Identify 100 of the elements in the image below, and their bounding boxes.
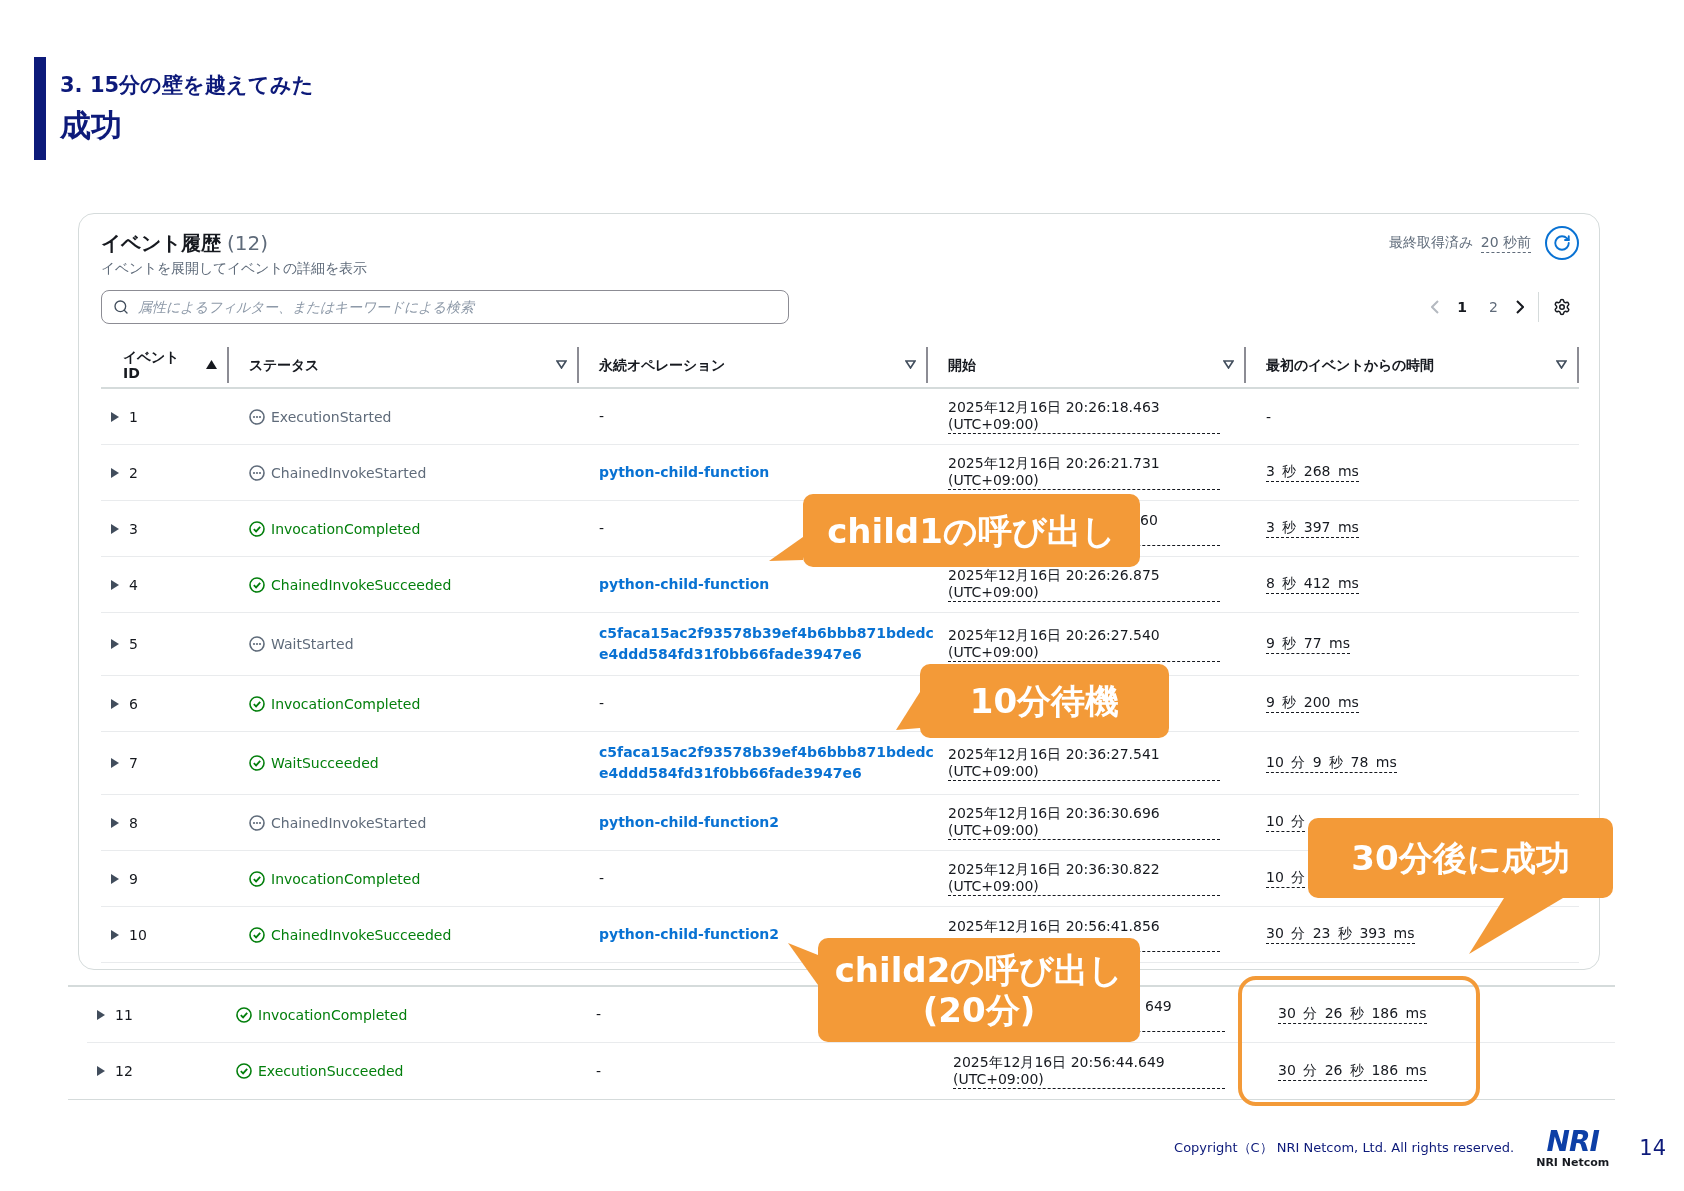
event-id: 4 <box>129 576 138 593</box>
sort-ascending-icon[interactable] <box>206 360 217 369</box>
event-id: 10 <box>129 926 147 943</box>
check-circle-icon <box>249 870 265 887</box>
status-text: WaitSucceeded <box>271 755 379 771</box>
check-circle-icon <box>249 755 265 771</box>
ellipsis-circle-icon <box>249 814 265 831</box>
elapsed-time: 9 秒 77 ms <box>1266 634 1350 654</box>
column-header[interactable]: ステータス <box>249 356 319 373</box>
start-time: 2025年12月16日 20:36:30.696 (UTC+09:00) <box>948 805 1220 840</box>
panel-title: イベント履歴 <box>101 230 221 255</box>
status-text: InvocationCompleted <box>271 870 421 887</box>
filter-triangle-icon[interactable] <box>905 360 916 369</box>
operation-link[interactable]: c5faca15ac2f93578b39ef4b6bbb871bdedc e4ddd584fd31f0bb66fade3947e6 <box>599 613 934 675</box>
refresh-button[interactable] <box>1545 226 1579 260</box>
column-header[interactable]: イベント ID <box>123 348 183 381</box>
operation-text: - <box>599 694 605 713</box>
last-fetched-label: 最終取得済み <box>1388 234 1473 252</box>
operation-link[interactable]: python-child-function2 <box>599 914 780 955</box>
start-time: 2025年12月16日 20:26:18.463 (UTC+09:00) <box>948 399 1220 434</box>
ellipsis-circle-icon <box>249 636 265 652</box>
operation-link[interactable]: python-child-function2 <box>599 802 780 843</box>
status-text: InvocationCompleted <box>271 520 421 537</box>
next-page-button[interactable] <box>1516 300 1524 314</box>
check-circle-icon <box>249 695 265 712</box>
operation-text: - <box>599 519 605 538</box>
event-id: 7 <box>129 755 138 771</box>
expand-caret-icon[interactable] <box>111 579 119 590</box>
operation-link[interactable]: c5faca15ac2f93578b39ef4b6bbb871bdedc e4ddd584fd31f0bb66fade3947e6 <box>599 732 934 794</box>
chevron-left-icon <box>1431 300 1440 314</box>
check-circle-icon <box>236 1063 252 1079</box>
logo-name: NRI Netcom <box>1536 1155 1610 1169</box>
start-time: 2025年12月16日 20:56:44.649 (UTC+09:00) <box>953 1053 1225 1089</box>
start-time: 2025年12月16日 20:36:30.822 (UTC+09:00) <box>948 861 1220 896</box>
event-id: 1 <box>129 408 138 425</box>
ellipsis-circle-icon <box>249 464 265 481</box>
slide-title: 成功 <box>60 105 123 145</box>
expand-caret-icon[interactable] <box>111 467 119 478</box>
elapsed-time: - <box>1266 408 1272 425</box>
ellipsis-circle-icon <box>249 408 265 425</box>
check-circle-icon <box>249 926 265 943</box>
page-button[interactable]: 1 <box>1453 299 1472 315</box>
expand-caret-icon[interactable] <box>111 817 119 828</box>
chevron-right-icon <box>1516 300 1524 314</box>
check-circle-icon <box>249 520 265 537</box>
expand-caret-icon[interactable] <box>111 929 119 940</box>
callout-text: child2の呼び出し <box>834 950 1124 990</box>
expand-caret-icon[interactable] <box>111 758 119 768</box>
operation-text: - <box>596 1005 602 1024</box>
column-header[interactable]: 開始 <box>948 356 976 373</box>
status-text: ChainedInvokeStarted <box>271 464 427 481</box>
expand-caret-icon[interactable] <box>111 639 119 649</box>
elapsed-time: 30 分 23 秒 393 ms <box>1266 925 1415 944</box>
operation-text: - <box>596 1061 602 1081</box>
elapsed-time: 10 分 <box>1266 869 1306 888</box>
expand-caret-icon[interactable] <box>111 698 119 709</box>
column-header[interactable]: 最初のイベントからの時間 <box>1266 356 1434 373</box>
refresh-icon <box>1553 234 1571 252</box>
search-icon <box>113 299 129 315</box>
filter-triangle-icon[interactable] <box>556 360 567 369</box>
elapsed-time: 3 秒 397 ms <box>1266 519 1359 538</box>
page-button[interactable]: 2 <box>1485 299 1502 315</box>
event-id: 9 <box>129 870 138 887</box>
elapsed-time: 8 秒 412 ms <box>1266 575 1359 594</box>
logo-mark: NRI <box>1546 1127 1599 1156</box>
filter-triangle-icon[interactable] <box>1223 360 1234 369</box>
expand-caret-icon[interactable] <box>97 1009 105 1020</box>
filter-triangle-icon[interactable] <box>1556 360 1567 369</box>
elapsed-time: 10 分 <box>1266 813 1306 832</box>
event-id: 3 <box>129 520 138 537</box>
status-text: ChainedInvokeSucceeded <box>271 926 452 943</box>
status-text: InvocationCompleted <box>271 695 421 712</box>
last-fetched-time: 20 秒前 <box>1480 233 1531 253</box>
operation-link[interactable]: python-child-function <box>599 452 770 493</box>
start-time: 2025年12月16日 20:36:27.541 (UTC+09:00) <box>948 745 1220 781</box>
page-number: 14 <box>1639 1136 1666 1160</box>
elapsed-time: 10 分 9 秒 78 ms <box>1266 753 1397 773</box>
start-time: 2025年12月16日 20:26:27.540 (UTC+09:00) <box>948 626 1220 662</box>
operation-text: - <box>599 407 605 426</box>
copyright-text: Copyright（C） NRI Netcom, Ltd. All rights reserved. <box>1174 1139 1515 1157</box>
event-id: 12 <box>115 1063 133 1079</box>
settings-button[interactable] <box>1553 298 1571 316</box>
expand-caret-icon[interactable] <box>111 411 119 422</box>
start-time: 2025年12月16日 20:26:21.731 (UTC+09:00) <box>948 455 1220 490</box>
event-count: (12) <box>227 230 269 255</box>
expand-caret-icon[interactable] <box>111 873 119 884</box>
expand-caret-icon[interactable] <box>97 1066 105 1076</box>
status-text: InvocationCompleted <box>258 1006 408 1023</box>
elapsed-time: 3 秒 268 ms <box>1266 463 1359 482</box>
search-field[interactable]: 属性によるフィルター、またはキーワードによる検索 <box>101 290 789 324</box>
check-circle-icon <box>236 1006 252 1023</box>
operation-text: - <box>599 869 605 888</box>
event-id: 6 <box>129 695 138 712</box>
operation-link[interactable]: python-child-function <box>599 564 770 605</box>
settings-icon <box>1553 298 1571 316</box>
column-header[interactable]: 永続オペレーション <box>599 356 725 373</box>
elapsed-time: 30 分 26 秒 186 ms <box>1278 1005 1427 1024</box>
expand-caret-icon[interactable] <box>111 523 119 534</box>
status-text: WaitStarted <box>271 636 354 652</box>
callout-text: 30分後に成功 <box>1351 838 1570 878</box>
